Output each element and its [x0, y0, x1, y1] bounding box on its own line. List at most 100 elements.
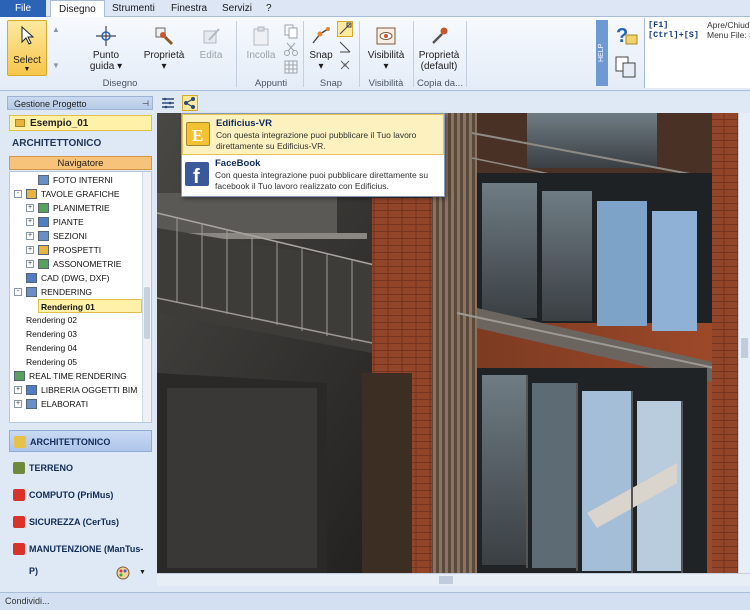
project-label: Esempio_01 [30, 118, 89, 129]
help-tab[interactable]: HELP [596, 20, 608, 86]
snap-button[interactable]: Snap ▾ [306, 25, 336, 72]
proprieta-default-button[interactable]: Proprietà (default) [416, 25, 462, 72]
menu-tab-servizi[interactable]: Servizi [214, 0, 260, 17]
punto-guida-label-2: guida [89, 61, 115, 72]
section-header: ARCHITETTONICO [12, 138, 102, 149]
popup-item-title: Edificius-VR [216, 118, 272, 129]
tree-node-icon [26, 287, 37, 297]
tree-item-label: PIANTE [53, 217, 84, 227]
select-button[interactable]: Select ▼ [7, 20, 47, 76]
collapse-icon[interactable]: - [14, 288, 22, 296]
ribbon-separator [466, 21, 467, 87]
group-label-snap: Snap [319, 78, 343, 89]
expand-icon[interactable]: + [26, 232, 34, 240]
menu-file[interactable]: File [0, 0, 46, 17]
select-label: Select [13, 55, 41, 66]
help-question-icon[interactable]: ? [614, 23, 638, 47]
tree-item-label: Rendering 04 [26, 343, 78, 353]
edita-button[interactable]: Edita [194, 25, 228, 61]
tree-item-label: SEZIONI [53, 231, 88, 241]
module-manutenzione[interactable]: MANUTENZIONE (ManTus-P) [9, 538, 152, 576]
project-panel: Gestione Progetto ⊣ Esempio_01 ARCHITETT… [0, 93, 155, 592]
expand-icon[interactable]: + [14, 400, 22, 408]
tree-node-icon [38, 245, 49, 255]
viewport-vertical-scrollbar[interactable] [738, 113, 750, 573]
scroll-thumb[interactable] [741, 338, 748, 358]
popup-item-description: Con questa integrazione puoi pubblicare … [216, 130, 417, 151]
navigator-bar[interactable]: Navigatore [9, 156, 152, 170]
module-label: COMPUTO (PriMus) [29, 490, 114, 500]
module-icon [13, 543, 25, 555]
punto-guida-button[interactable]: Punto guida ▾ [88, 25, 124, 72]
expand-icon[interactable]: + [26, 218, 34, 226]
collapse-icon[interactable]: - [14, 190, 22, 198]
edita-label: Edita [199, 50, 223, 61]
expand-icon[interactable]: + [26, 260, 34, 268]
shortcut-desc: Apre/Chiude [707, 20, 750, 30]
expand-icon[interactable]: + [26, 204, 34, 212]
module-icon [13, 516, 25, 528]
snap-grid-icon[interactable] [338, 58, 354, 74]
tree-node-icon [26, 385, 37, 395]
facebook-icon: f [185, 162, 209, 188]
chevron-down-icon[interactable]: ▼ [139, 569, 146, 576]
tree-item-label: ASSONOMETRIE [53, 259, 122, 269]
cut-icon[interactable] [283, 41, 299, 57]
tree-item-label: RENDERING [41, 287, 93, 297]
shortcut-desc: Menu File: S [707, 30, 750, 40]
visibilita-button[interactable]: Visibilità ▾ [364, 25, 408, 72]
tree-item-label: Rendering 05 [26, 357, 78, 367]
snap-label: Snap [309, 50, 333, 61]
proprieta-default-label-1: Proprietà [418, 50, 460, 61]
arrow-down-icon[interactable]: ▼ [52, 61, 60, 70]
pin-icon[interactable]: ⊣ [142, 97, 149, 111]
viewport-toolbar [157, 93, 750, 113]
status-bar: Condividi... [0, 592, 750, 610]
tree-item-label: PLANIMETRIE [53, 203, 110, 213]
expand-icon[interactable]: + [26, 246, 34, 254]
tree-node-icon [38, 175, 49, 185]
module-architettonico[interactable]: ARCHITETTONICO [9, 430, 152, 452]
share-icon [184, 97, 195, 109]
grid-icon[interactable] [283, 59, 299, 75]
popup-item-description: Con questa integrazione puoi pubblicare … [215, 170, 429, 191]
snap-endpoint-icon[interactable] [337, 21, 353, 37]
proprieta-button[interactable]: Proprietà ▾ [143, 25, 185, 72]
menu-tab-help[interactable]: ? [258, 0, 280, 17]
eye-icon [376, 27, 396, 45]
menu-bar: File Disegno Strumenti Finestra Servizi … [0, 0, 750, 18]
viewport-horizontal-scrollbar[interactable] [157, 573, 750, 586]
layers-icon[interactable] [160, 95, 176, 111]
tree-scrollbar[interactable] [142, 172, 151, 422]
menu-tab-disegno[interactable]: Disegno [50, 0, 105, 18]
tree-node-icon [38, 217, 49, 227]
copy-icon[interactable] [283, 23, 299, 39]
help-panel-icon[interactable] [614, 55, 638, 79]
shortcut-panel: [F1] Apre/Chiude [Ctrl]+[S] Menu File: S [644, 18, 750, 88]
eyedropper-icon [432, 27, 448, 44]
snap-perpendicular-icon[interactable] [338, 40, 354, 56]
palette-icon[interactable] [116, 566, 130, 580]
share-facebook-item[interactable]: f FaceBook Con questa integrazione puoi … [182, 155, 444, 196]
scroll-thumb[interactable] [144, 287, 150, 339]
module-sicurezza[interactable]: SICUREZZA (CerTus) [9, 511, 152, 533]
arrow-up-icon[interactable]: ▲ [52, 25, 60, 34]
menu-tab-finestra[interactable]: Finestra [163, 0, 215, 17]
incolla-button[interactable]: Incolla [244, 25, 278, 61]
share-popup-menu: E Edificius-VR Con questa integrazione p… [181, 113, 445, 197]
menu-tab-strumenti[interactable]: Strumenti [104, 0, 163, 17]
tree-item-label: Rendering 03 [26, 329, 78, 339]
share-button[interactable] [182, 95, 198, 111]
module-computo[interactable]: COMPUTO (PriMus) [9, 484, 152, 506]
project-name[interactable]: Esempio_01 [9, 115, 152, 131]
tree-item[interactable]: Rendering 01 [38, 299, 142, 313]
tree-node-icon [38, 231, 49, 241]
module-terreno[interactable]: TERRENO [9, 457, 152, 479]
tree-item-label: CAD (DWG, DXF) [41, 273, 110, 283]
scroll-thumb[interactable] [439, 576, 453, 584]
tree-item-label: PROSPETTI [53, 245, 102, 255]
status-text: Condividi... [5, 596, 50, 606]
tree-node-icon [14, 371, 25, 381]
share-edificius-vr-item[interactable]: E Edificius-VR Con questa integrazione p… [182, 114, 444, 155]
expand-icon[interactable]: + [14, 386, 22, 394]
